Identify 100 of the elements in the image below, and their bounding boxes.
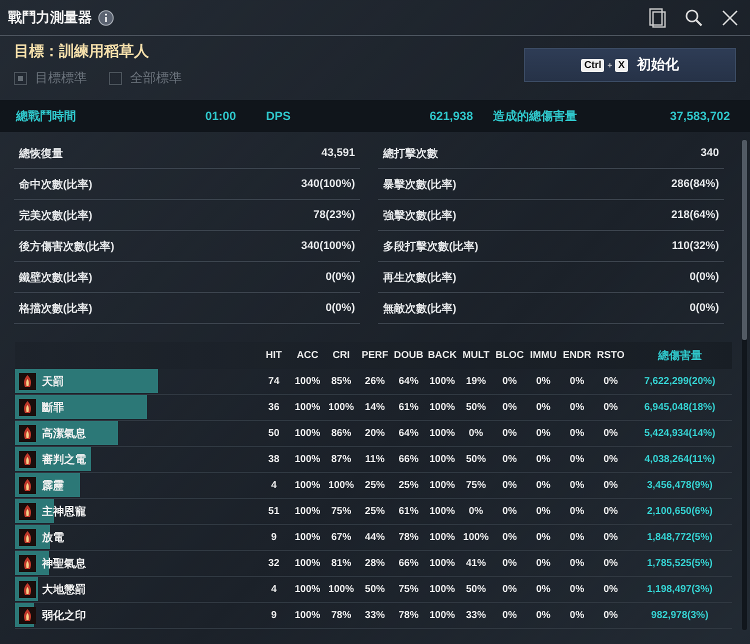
table-cell-text: 20% xyxy=(364,428,386,439)
summary-value: 621,938 xyxy=(428,109,473,123)
stat-value: 43,591 xyxy=(321,147,355,159)
skill-row[interactable]: 弱化之印 9 100% 78% 33% 78% 100% 33% 0% 0% 0% 0% 982,978(3%) xyxy=(15,603,732,629)
stat-value: 110(32%) xyxy=(672,240,719,252)
skill-name: 霹靂 xyxy=(42,478,64,493)
table-cell-text: 1,848,772(5%) xyxy=(646,532,714,543)
skill-name: 主神恩寵 xyxy=(42,504,86,519)
table-cell-text: 64% xyxy=(398,428,420,439)
table-cell-text: 86% xyxy=(330,428,352,439)
skill-row[interactable]: 斷罪 36 100% 100% 14% 61% 100% 50% 0% 0% 0% 0% 6,945,048(18%) xyxy=(15,395,732,421)
stat-label: 命中次數(比率) xyxy=(19,178,92,192)
table-cell-text: 50% xyxy=(464,584,487,595)
table-cell-text: 100% xyxy=(294,584,322,595)
table-cell-text: 0% xyxy=(535,610,552,621)
table-cell-text: 100% xyxy=(327,402,355,413)
column-header: IMMU xyxy=(529,350,558,361)
table-cell-text: 50% xyxy=(464,454,487,465)
table-cell-text: 25% xyxy=(364,506,386,517)
table-cell-text: 75% xyxy=(330,506,352,517)
table-cell-text: 100% xyxy=(294,454,322,465)
table-cell-text: 0% xyxy=(568,480,586,491)
skill-icon xyxy=(19,399,36,416)
table-cell-text: 44% xyxy=(364,532,386,543)
table-cell-text: 66% xyxy=(398,454,420,465)
table-cell-text: 0% xyxy=(602,558,619,569)
table-cell-text: 4 xyxy=(270,584,278,595)
table-cell-text: 0% xyxy=(602,402,619,413)
skill-row[interactable]: 大地懲罰 4 100% 100% 50% 75% 100% 50% 0% 0% 0% 0% 1,198,497(3%) xyxy=(15,577,732,603)
skill-row[interactable]: 天罰 74 100% 85% 26% 64% 100% 19% 0% 0% 0% 0% 7,622,299(20%) xyxy=(15,369,732,395)
summary-label: 造成的總傷害量 xyxy=(492,108,578,124)
table-cell-text: 50% xyxy=(464,402,487,413)
table-cell-text: 0% xyxy=(468,506,484,517)
table-cell-text: 0% xyxy=(568,454,586,465)
stat-value: 340(100%) xyxy=(301,178,355,190)
skill-row[interactable]: 審判之電 38 100% 87% 11% 66% 100% 50% 0% 0% 0% 0% 4,038,264(11%) xyxy=(15,447,732,473)
table-cell-text: 85% xyxy=(330,376,352,387)
column-header: PERF xyxy=(360,350,390,361)
table-cell-text: 0% xyxy=(568,376,586,387)
summary-label: DPS xyxy=(265,109,292,123)
table-cell-text: 74 xyxy=(267,376,280,387)
column-header: CRI xyxy=(332,350,351,361)
summary-label: 總戰鬥時間 xyxy=(16,108,77,124)
table-cell-text: 1,785,525(5%) xyxy=(646,558,714,569)
table-cell-text: 0% xyxy=(535,584,552,595)
table-cell-text: 4 xyxy=(270,480,278,491)
table-cell-text: 0% xyxy=(602,454,619,465)
table-cell-text: 0% xyxy=(501,428,518,439)
table-cell-text: 0% xyxy=(501,610,518,621)
stat-value: 0(0%) xyxy=(326,271,355,283)
table-cell-text: 0% xyxy=(602,532,619,543)
scrollbar[interactable] xyxy=(742,140,747,630)
table-cell-text: 78% xyxy=(330,610,352,621)
skill-row[interactable]: 主神恩寵 51 100% 75% 25% 61% 100% 0% 0% 0% 0% 0% 2,100,650(6%) xyxy=(15,499,732,525)
table-cell-text: 75% xyxy=(398,584,420,595)
skill-row[interactable]: 霹靂 4 100% 100% 25% 25% 100% 75% 0% 0% 0% 0% 3,456,478(9%) xyxy=(15,473,732,499)
column-header: BLOC xyxy=(494,350,525,361)
table-cell-text: 100% xyxy=(327,584,355,595)
table-cell-text: 2,100,650(6%) xyxy=(646,506,714,517)
table-cell-text: 100% xyxy=(428,402,456,413)
table-cell-text: 100% xyxy=(294,428,322,439)
skill-row[interactable]: 放電 9 100% 67% 44% 78% 100% 100% 0% 0% 0% 0% 1,848,772(5%) xyxy=(15,525,732,551)
table-cell-text: 33% xyxy=(364,610,386,621)
stat-value: 340(100%) xyxy=(301,240,355,252)
table-cell-text: 51 xyxy=(267,506,280,517)
column-header: ENDR xyxy=(562,350,592,361)
table-cell-text: 1,198,497(3%) xyxy=(646,584,714,595)
table-cell-text: 982,978(3%) xyxy=(650,610,710,621)
skill-name: 天罰 xyxy=(42,374,64,389)
table-cell-text: 0% xyxy=(602,376,619,387)
stat-value: 0(0%) xyxy=(690,271,719,283)
target-label: 目標：訓練用稻草人 xyxy=(14,42,150,61)
info-icon[interactable] xyxy=(98,10,114,26)
table-cell-text: 7,622,299(20%) xyxy=(643,376,716,387)
skill-row[interactable]: 神聖氣息 32 100% 81% 28% 66% 100% 41% 0% 0% 0% 0% 1,785,525(5%) xyxy=(15,551,732,577)
table-cell-text: 0% xyxy=(568,558,586,569)
table-cell-text: 3,456,478(9%) xyxy=(646,480,714,491)
table-cell-text: 26% xyxy=(364,376,386,387)
table-cell-text: 100% xyxy=(428,454,456,465)
table-cell-text: 0% xyxy=(568,584,586,595)
table-cell-text: 0% xyxy=(535,428,552,439)
table-cell-text: 64% xyxy=(398,376,420,387)
table-cell-text: 66% xyxy=(398,558,420,569)
stat-value: 218(64%) xyxy=(671,209,719,221)
table-cell-text: 61% xyxy=(398,402,420,413)
table-cell-text: 0% xyxy=(468,428,484,439)
skill-row[interactable]: 高潔氣息 50 100% 86% 20% 64% 100% 0% 0% 0% 0% 0% 5,424,934(14%) xyxy=(15,421,732,447)
table-cell-text: 100% xyxy=(294,532,322,543)
table-cell-text: 100% xyxy=(294,558,322,569)
table-cell-text: 0% xyxy=(535,506,552,517)
skill-icon xyxy=(19,607,36,624)
table-cell-text: 100% xyxy=(428,376,456,387)
reset-button[interactable]: Ctrl + X 初始化 xyxy=(524,48,736,82)
table-cell-text: 0% xyxy=(602,428,619,439)
stat-value: 0(0%) xyxy=(690,302,719,314)
table-cell-text: 78% xyxy=(398,610,420,621)
column-header: ACC xyxy=(296,350,320,361)
table-cell-text: 41% xyxy=(464,558,487,569)
table-cell-text: 38 xyxy=(267,454,280,465)
column-header: DOUB xyxy=(392,350,424,361)
